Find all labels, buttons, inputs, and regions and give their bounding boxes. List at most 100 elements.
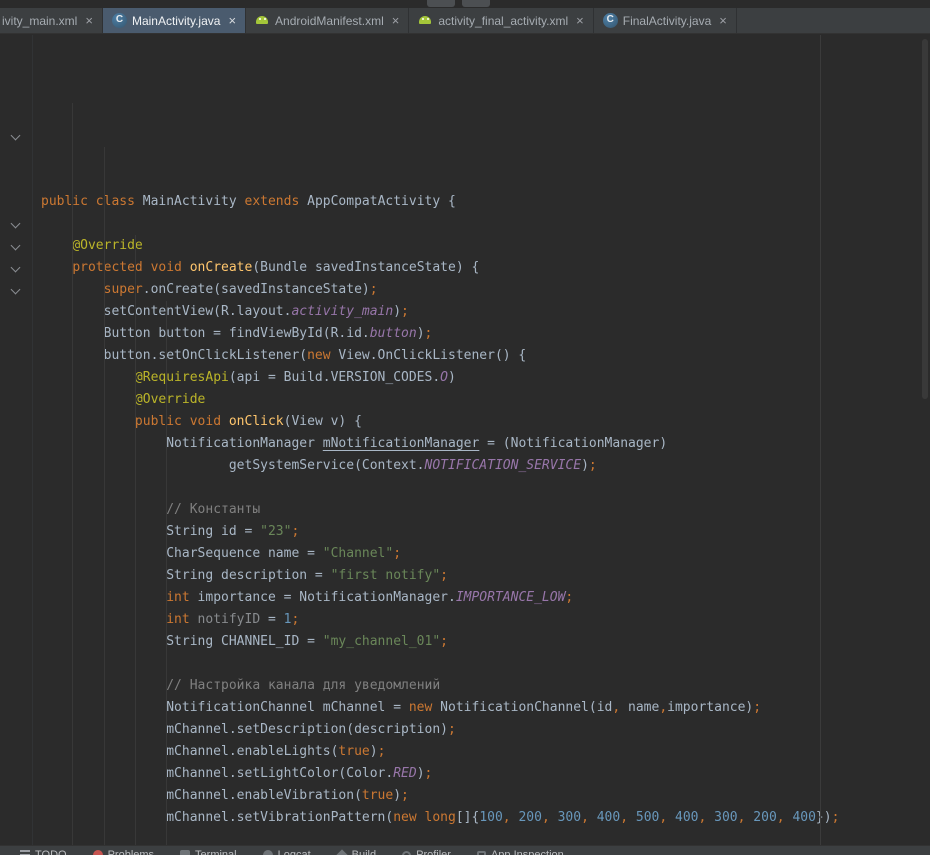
code-token: = (NotificationManager) [479,436,667,451]
code-line[interactable]: public void onClick(View v) { [41,411,930,433]
fold-marker-icon[interactable] [11,263,21,273]
logcat-icon [263,850,273,855]
tab-mainactivity-java[interactable]: MainActivity.java × [103,8,246,33]
code-token: ; [401,304,409,319]
code-token: "my_channel_01" [323,634,440,649]
code-token: @RequiresApi [135,370,229,385]
code-line[interactable]: super.onCreate(savedInstanceState); [41,279,930,301]
tool-window-button-logcat[interactable]: Logcat [263,849,311,855]
code-token: MainActivity [143,194,245,209]
code-token: NotificationChannel mChannel = [41,700,409,715]
code-line[interactable]: NotificationChannel mChannel = new Notif… [41,697,930,719]
code-line[interactable]: String CHANNEL_ID = "my_channel_01"; [41,631,930,653]
toolbar-widget[interactable] [462,0,490,7]
code-token: ; [401,788,409,803]
code-line[interactable]: @Override [41,235,930,257]
code-area[interactable]: public class MainActivity extends AppCom… [33,35,930,855]
tool-window-button-terminal[interactable]: Terminal [180,849,237,855]
code-line[interactable]: protected void onCreate(Bundle savedInst… [41,257,930,279]
code-token: , [738,810,754,825]
code-line[interactable]: @RequiresApi(api = Build.VERSION_CODES.O… [41,367,930,389]
code-line[interactable]: CharSequence name = "Channel"; [41,543,930,565]
code-line[interactable] [41,477,930,499]
code-line[interactable]: // Константы [41,499,930,521]
tab-close-icon[interactable]: × [228,14,236,27]
code-token: public class [41,194,143,209]
code-token: String CHANNEL_ID = [41,634,323,649]
editor-scrollbar[interactable] [920,35,930,855]
code-token: View.OnClickListener() { [338,348,526,363]
fold-marker-icon[interactable] [11,131,21,141]
code-line[interactable]: @Override [41,389,930,411]
code-line[interactable]: mChannel.enableLights(true); [41,741,930,763]
code-token: String description = [41,568,331,583]
tab-finalactivity-java[interactable]: FinalActivity.java × [594,8,737,33]
code-token [41,392,135,407]
code-token: button [370,326,417,341]
tool-window-button-profiler[interactable]: Profiler [402,849,451,855]
fold-marker-icon[interactable] [11,285,21,295]
tool-window-button-build[interactable]: Build [337,849,376,855]
code-token: true [338,744,369,759]
code-line[interactable] [41,213,930,235]
code-token: button.setOnClickListener( [41,348,307,363]
code-token: ) [370,744,378,759]
code-line[interactable]: mChannel.setVibrationPattern(new long[]{… [41,807,930,829]
code-line[interactable]: setContentView(R.layout.activity_main); [41,301,930,323]
code-token: NOTIFICATION_SERVICE [425,458,582,473]
code-line[interactable]: mChannel.setDescription(description); [41,719,930,741]
code-token: mChannel.setDescription(description) [41,722,448,737]
tab-close-icon[interactable]: × [392,14,400,27]
tab-androidmanifest-xml[interactable]: AndroidManifest.xml × [246,8,409,33]
code-line[interactable]: button.setOnClickListener(new View.OnCli… [41,345,930,367]
tab-label: AndroidManifest.xml [275,14,384,28]
tab-close-icon[interactable]: × [576,14,584,27]
tool-window-button-todo[interactable]: TODO [20,849,67,855]
tab-activity-main-xml[interactable]: ivity_main.xml × [0,8,103,33]
code-line[interactable]: int importance = NotificationManager.IMP… [41,587,930,609]
code-line[interactable]: public class MainActivity extends AppCom… [41,191,930,213]
code-line[interactable]: mChannel.enableVibration(true); [41,785,930,807]
code-line[interactable]: // Настройка канала для уведомлений [41,675,930,697]
tool-window-button-problems[interactable]: Problems [93,849,154,855]
code-token: 300 [558,810,581,825]
code-token [41,414,135,429]
code-line[interactable]: mChannel.setLightColor(Color.RED); [41,763,930,785]
code-line[interactable]: Button button = findViewById(R.id.button… [41,323,930,345]
profiler-icon [402,851,411,855]
code-token: // Константы [166,502,260,517]
code-token: NotificationChannel(id [440,700,612,715]
code-token: , [620,810,636,825]
code-line[interactable]: String description = "first notify"; [41,565,930,587]
indent-guide [135,235,136,847]
tab-close-icon[interactable]: × [719,14,727,27]
code-token: ; [753,700,761,715]
code-token [41,260,72,275]
tab-activity-final-activity-xml[interactable]: activity_final_activity.xml × [409,8,593,33]
code-line[interactable] [41,653,930,675]
code-token: , [659,700,667,715]
code-token: super [104,282,143,297]
code-line[interactable]: int notifyID = 1; [41,609,930,631]
code-token: ; [291,524,299,539]
code-line[interactable]: String id = "23"; [41,521,930,543]
code-token: int [166,590,197,605]
problems-icon [93,850,103,855]
code-token: .onCreate(savedInstanceState) [143,282,370,297]
code-token: ; [425,766,433,781]
code-token: mNotificationManager [323,436,480,451]
fold-marker-icon[interactable] [11,219,21,229]
code-line[interactable]: NotificationManager mNotificationManager… [41,433,930,455]
tab-close-icon[interactable]: × [85,14,93,27]
scrollbar-thumb[interactable] [922,39,928,399]
code-token: int [166,612,197,627]
code-token: , [659,810,675,825]
fold-marker-icon[interactable] [11,241,21,251]
tool-window-button-app-inspection[interactable]: App Inspection [477,849,564,855]
java-class-icon [112,13,127,28]
code-editor[interactable]: public class MainActivity extends AppCom… [0,35,930,855]
code-token: , [542,810,558,825]
toolbar-widget[interactable] [427,0,455,7]
tab-label: MainActivity.java [132,14,220,28]
code-line[interactable]: getSystemService(Context.NOTIFICATION_SE… [41,455,930,477]
